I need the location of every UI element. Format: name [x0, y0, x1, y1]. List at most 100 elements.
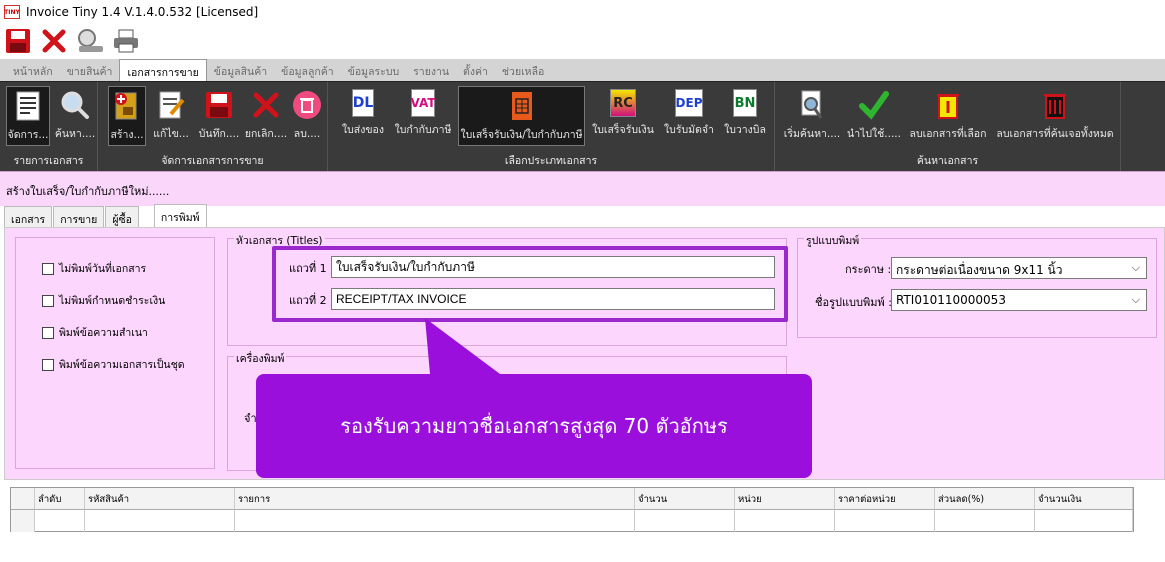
apply-label: นำไปใช้.....	[847, 128, 901, 140]
deposit-receipt-button[interactable]: DEP ใบรับมัดจำ	[662, 86, 716, 146]
save-icon	[206, 92, 232, 118]
checkbox-box	[42, 294, 54, 307]
callout-pointer	[425, 318, 500, 374]
table-cell[interactable]	[85, 510, 235, 532]
create-status-bar: สร้างใบเสร็จ/ใบกำกับภาษีใหม่......	[0, 171, 1165, 206]
group-label-doctype: เลือกประเภทเอกสาร	[504, 155, 598, 167]
format-legend: รูปแบบพิมพ์	[804, 232, 862, 249]
manage-docs-label: จัดการ...	[7, 129, 49, 141]
no-print-due-checkbox[interactable]: ไม่พิมพ์กำหนดชำระเงิน	[42, 292, 165, 309]
option-label: ไม่พิมพ์กำหนดชำระเงิน	[59, 295, 166, 307]
format-select[interactable]: RTI010110000053 ⌵	[891, 289, 1147, 311]
edit-doc-button[interactable]: แก้ไข...	[150, 86, 192, 146]
table-cell[interactable]	[635, 510, 735, 532]
save-doc-label: บันทึก....	[198, 128, 240, 140]
titles-highlight-frame	[272, 246, 788, 322]
tab-print[interactable]: การพิมพ์	[153, 204, 207, 228]
table-row-selector[interactable]	[11, 510, 35, 532]
receipt-tax-invoice-button[interactable]: ใบเสร็จรับเงิน/ใบกำกับภาษี	[458, 86, 585, 146]
start-search-button[interactable]: เริ่มค้นหา....	[783, 86, 841, 146]
paper-select[interactable]: กระดาษต่อเนื่องขนาด 9x11 นิ้ว ⌵	[891, 257, 1147, 279]
option-label: ไม่พิมพ์วันที่เอกสาร	[59, 263, 147, 275]
no-print-date-checkbox[interactable]: ไม่พิมพ์วันที่เอกสาร	[42, 260, 146, 277]
cancel-doc-button[interactable]: ยกเลิก....	[244, 86, 288, 146]
delete-all-found-button[interactable]: ลบเอกสารที่ค้นเจอทั้งหมด	[993, 86, 1117, 146]
save-doc-button[interactable]: บันทึก....	[196, 86, 242, 146]
table-cell[interactable]	[835, 510, 935, 532]
delete-selected-button[interactable]: ลบเอกสารที่เลือก	[907, 86, 989, 146]
delivery-note-button[interactable]: DL ใบส่งของ	[338, 86, 388, 146]
create-doc-button[interactable]: สร้าง...	[108, 86, 146, 146]
tab-home[interactable]: หน้าหลัก	[6, 59, 60, 81]
print-set-checkbox[interactable]: พิมพ์ข้อความเอกสารเป็นชุด	[42, 356, 185, 373]
tax-invoice-label: ใบกำกับภาษี	[394, 124, 452, 136]
delete-selected-label: ลบเอกสารที่เลือก	[909, 128, 987, 140]
vat-icon: VAT	[411, 89, 436, 117]
create-status-text: สร้างใบเสร็จ/ใบกำกับภาษีใหม่......	[6, 185, 170, 198]
close-icon	[253, 92, 279, 118]
apply-button[interactable]: นำไปใช้.....	[845, 86, 903, 146]
tab-reports[interactable]: รายงาน	[406, 59, 456, 81]
printer-partial-label: จำ	[244, 412, 257, 425]
search-docs-label: ค้นหา....	[54, 128, 96, 140]
tab-system[interactable]: ข้อมูลระบบ	[341, 59, 406, 81]
deposit-receipt-label: ใบรับมัดจำ	[664, 124, 714, 136]
dl-icon: DL	[352, 89, 374, 117]
ribbon: จัดการ... ค้นหา.... รายการเอกสาร สร้าง..…	[0, 81, 1165, 172]
tab-sales-docs[interactable]: เอกสารการขาย	[119, 59, 207, 81]
format-name-label: ชื่อรูปแบบพิมพ์ :	[815, 296, 892, 309]
ribbon-group-search: เริ่มค้นหา.... นำไปใช้..... ลบเอกสารที่เ…	[775, 82, 1121, 172]
search-docs-button[interactable]: ค้นหา....	[54, 86, 96, 146]
manage-docs-button[interactable]: จัดการ...	[6, 86, 50, 146]
group-label-documents: รายการเอกสาร	[13, 155, 84, 167]
table-cell[interactable]	[735, 510, 835, 532]
table-header-qty: จำนวน	[635, 488, 735, 510]
billing-note-button[interactable]: BN ใบวางบิล	[720, 86, 770, 146]
checkbox-box	[42, 358, 54, 371]
print-copy-checkbox[interactable]: พิมพ์ข้อความสำเนา	[42, 324, 148, 341]
quick-toolbar	[0, 26, 140, 58]
tax-invoice-button[interactable]: VAT ใบกำกับภาษี	[392, 86, 454, 146]
cancel-button[interactable]	[40, 26, 68, 56]
print-button[interactable]	[112, 26, 140, 56]
close-icon	[42, 29, 66, 53]
tab-buyer[interactable]: ผู้ซื้อ	[105, 206, 139, 228]
table-cell[interactable]	[935, 510, 1035, 532]
paper-label: กระดาษ :	[845, 263, 892, 276]
option-label: พิมพ์ข้อความสำเนา	[59, 327, 148, 339]
table-header-code: รหัสสินค้า	[85, 488, 235, 510]
document-list-icon	[16, 91, 40, 121]
items-table[interactable]: ลำดับ รหัสสินค้า รายการ จำนวน หน่วย ราคา…	[10, 487, 1134, 532]
table-header-discount: ส่วนลด(%)	[935, 488, 1035, 510]
user-search-button[interactable]	[76, 26, 104, 56]
options-panel: ไม่พิมพ์วันที่เอกสาร ไม่พิมพ์กำหนดชำระเง…	[15, 237, 215, 469]
receipt-button[interactable]: RC ใบเสร็จรับเงิน	[590, 86, 656, 146]
tab-help[interactable]: ช่วยเหลือ	[495, 59, 551, 81]
table-cell[interactable]	[235, 510, 635, 532]
callout-text: รองรับความยาวชื่อเอกสารสูงสุด 70 ตัวอักษ…	[340, 414, 728, 438]
tab-sell[interactable]: ขายสินค้า	[60, 59, 120, 81]
tab-document[interactable]: เอกสาร	[4, 206, 53, 228]
trash-icon	[293, 91, 321, 119]
form-tabs: เอกสาร การขาย ผู้ซื้อ การพิมพ์	[4, 204, 208, 228]
tab-settings[interactable]: ตั้งค่า	[456, 59, 495, 81]
ribbon-group-manage: สร้าง... แก้ไข... บันทึก.... ยกเลิก.... …	[98, 82, 328, 172]
group-label-manage: จัดการเอกสารการขาย	[161, 155, 264, 167]
dep-icon: DEP	[675, 89, 703, 117]
table-header-price: ราคาต่อหน่วย	[835, 488, 935, 510]
search-user-icon	[78, 29, 103, 52]
table-cell[interactable]	[1035, 510, 1133, 532]
tab-customers[interactable]: ข้อมูลลูกค้า	[274, 59, 341, 81]
table-cell[interactable]	[35, 510, 85, 532]
save-icon	[6, 29, 30, 53]
save-button[interactable]	[4, 26, 32, 56]
tab-products[interactable]: ข้อมูลสินค้า	[207, 59, 274, 81]
window-title: Invoice Tiny 1.4 V.1.4.0.532 [Licensed]	[26, 5, 259, 19]
paper-value: กระดาษต่อเนื่องขนาด 9x11 นิ้ว	[896, 263, 1063, 277]
cancel-doc-label: ยกเลิก....	[244, 128, 288, 140]
bn-icon: BN	[733, 89, 757, 117]
ribbon-group-documents: จัดการ... ค้นหา.... รายการเอกสาร	[0, 82, 98, 172]
tab-sale[interactable]: การขาย	[53, 206, 105, 228]
delete-doc-button[interactable]: ลบ....	[290, 86, 324, 146]
edit-doc-label: แก้ไข...	[153, 128, 189, 140]
